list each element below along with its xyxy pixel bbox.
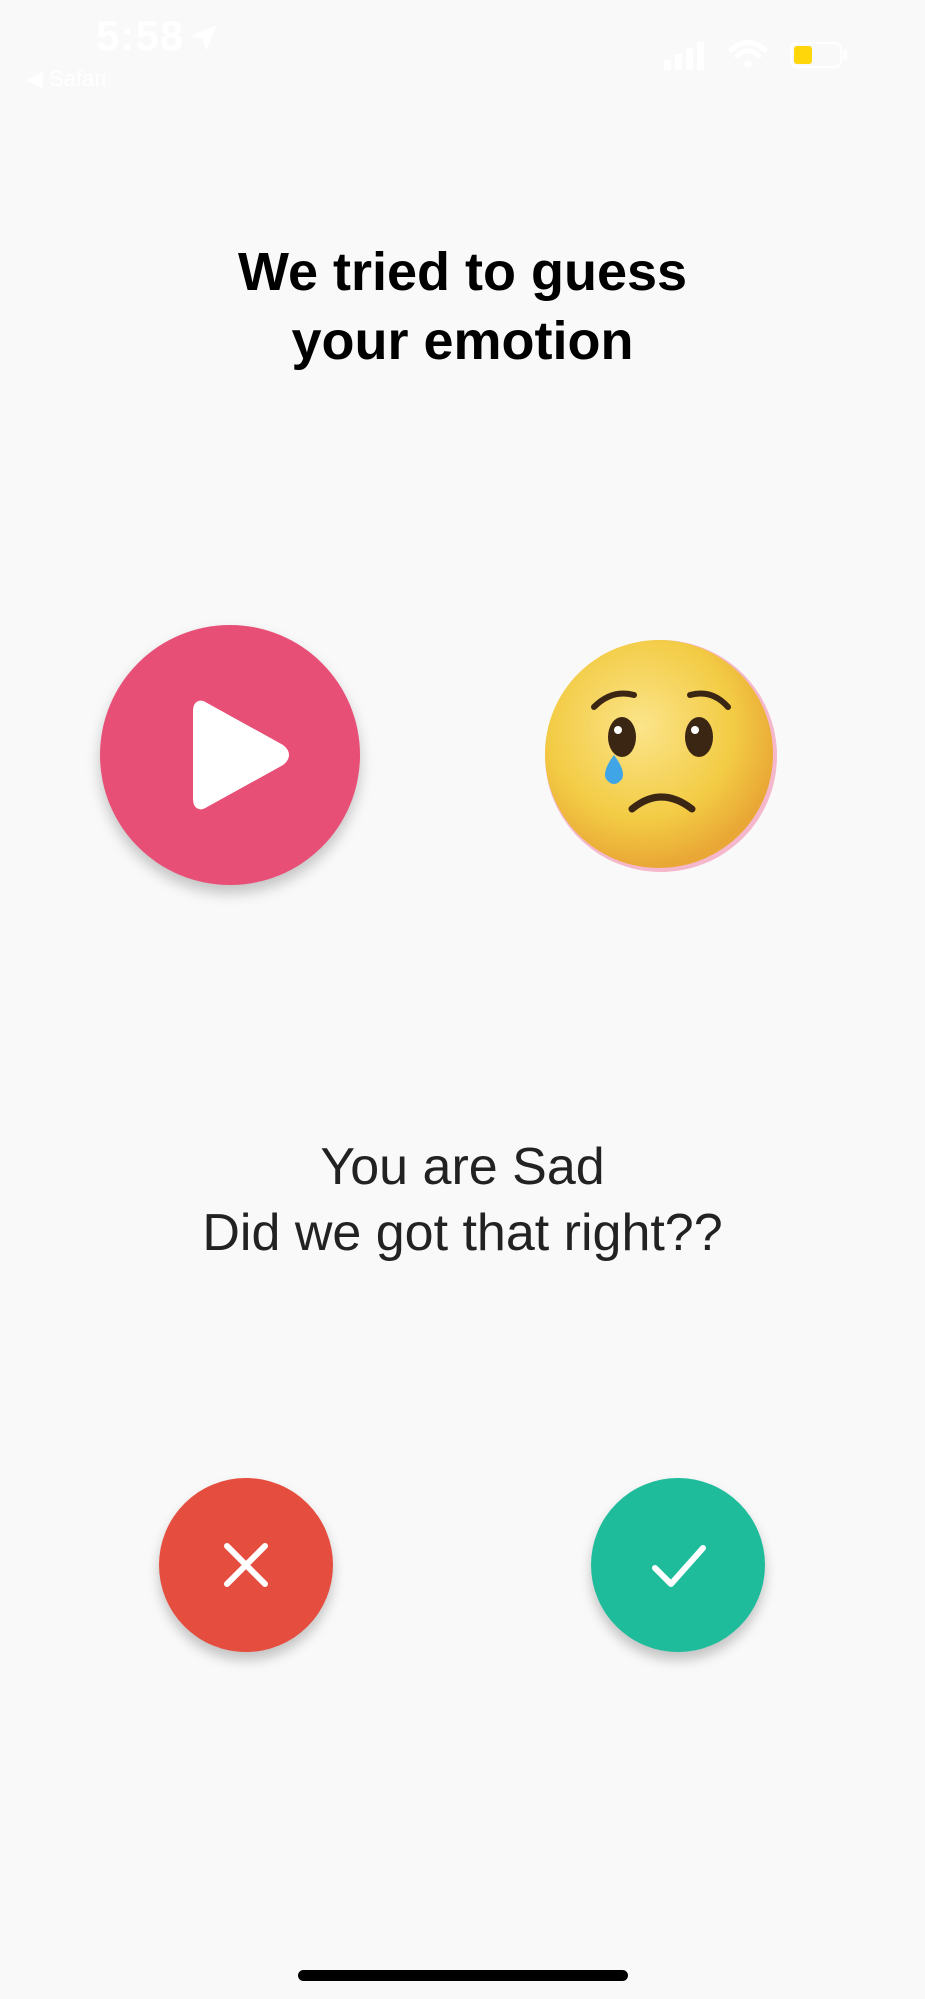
cellular-signal-icon xyxy=(664,42,704,70)
play-icon xyxy=(193,700,289,810)
status-time: 5:58 xyxy=(96,12,185,59)
result-message: You are Sad Did we got that right?? xyxy=(0,1134,925,1266)
home-indicator[interactable] xyxy=(298,1970,628,1981)
location-arrow-icon xyxy=(191,25,217,51)
checkmark-icon xyxy=(652,1545,706,1587)
play-button[interactable] xyxy=(100,625,360,885)
back-to-app-link[interactable]: ◀ Safari xyxy=(26,66,107,92)
reject-button[interactable] xyxy=(159,1478,333,1652)
result-emotion-text: You are Sad xyxy=(320,1138,605,1196)
page-title: We tried to guess your emotion xyxy=(0,238,925,376)
title-line-2: your emotion xyxy=(291,311,634,371)
result-question-text: Did we got that right?? xyxy=(202,1204,723,1262)
accept-button[interactable] xyxy=(591,1478,765,1652)
wifi-icon xyxy=(728,40,768,68)
battery-icon xyxy=(790,42,847,68)
title-line-1: We tried to guess xyxy=(237,242,688,302)
close-icon xyxy=(224,1543,268,1587)
status-bar: 5:58 ◀ Safari xyxy=(0,0,925,110)
crying-face-emoji xyxy=(545,640,777,872)
